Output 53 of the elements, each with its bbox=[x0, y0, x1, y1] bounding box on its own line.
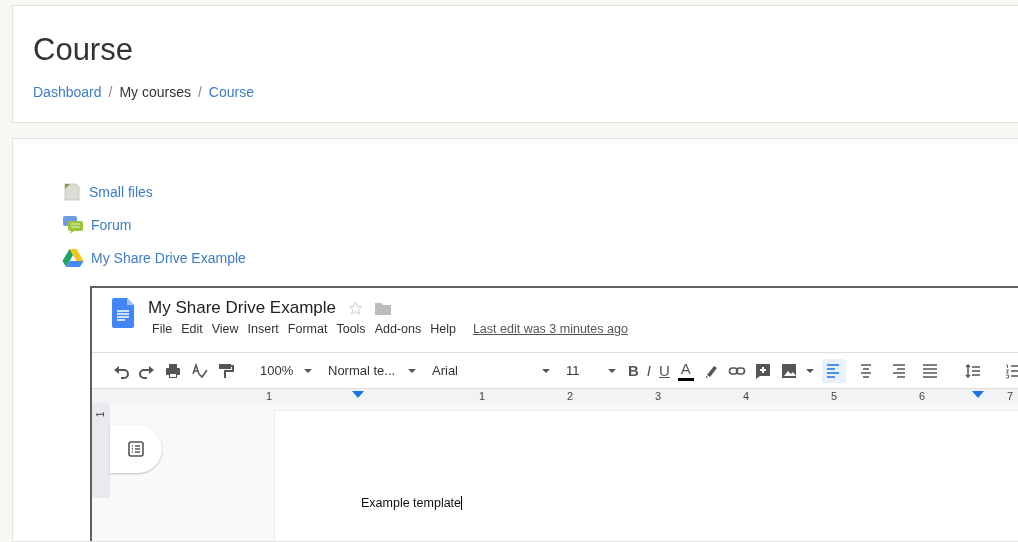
breadcrumb-link[interactable]: Course bbox=[208, 84, 254, 100]
menu-item[interactable]: Format bbox=[283, 322, 333, 336]
file-icon bbox=[62, 181, 82, 202]
print-icon[interactable] bbox=[164, 361, 182, 380]
ruler-number: 1 bbox=[266, 390, 273, 402]
zoom-dropdown[interactable]: 100% bbox=[256, 363, 316, 378]
last-edit-link[interactable]: Last edit was 3 minutes ago bbox=[468, 322, 633, 336]
ruler-number: 7 bbox=[1006, 390, 1014, 402]
numbered-list-icon[interactable] bbox=[1003, 361, 1018, 380]
text-color-button[interactable]: A bbox=[677, 360, 694, 381]
menu-item[interactable]: Insert bbox=[243, 322, 284, 336]
add-comment-icon[interactable] bbox=[753, 361, 772, 380]
document-icon[interactable] bbox=[112, 298, 134, 328]
ruler-number: 6 bbox=[918, 390, 926, 402]
bold-button[interactable]: B bbox=[628, 362, 639, 379]
menu-item[interactable]: Tools bbox=[332, 322, 371, 336]
font-dropdown[interactable]: Arial bbox=[428, 363, 554, 378]
document-text: Example template bbox=[361, 496, 463, 510]
menu-item[interactable]: File bbox=[148, 322, 178, 336]
speech-bubbles-icon bbox=[62, 214, 84, 235]
italic-button[interactable]: I bbox=[646, 362, 651, 379]
ruler-number: 2 bbox=[566, 390, 574, 402]
activity-link[interactable]: Small files bbox=[89, 183, 153, 200]
document-title[interactable]: My Share Drive Example bbox=[148, 298, 336, 318]
breadcrumb-separator: / bbox=[197, 84, 202, 100]
list-icon bbox=[128, 441, 144, 457]
star-icon[interactable] bbox=[348, 300, 363, 316]
justify-icon bbox=[920, 361, 939, 380]
ruler-number: 3 bbox=[654, 390, 662, 402]
outline-button[interactable] bbox=[110, 425, 162, 473]
breadcrumb-separator: / bbox=[108, 84, 113, 100]
page-title: Course bbox=[33, 32, 134, 68]
line-spacing-icon[interactable] bbox=[963, 361, 982, 380]
menu-item[interactable]: Add-ons bbox=[370, 322, 427, 336]
ruler-number: 5 bbox=[830, 390, 838, 402]
menu-item[interactable]: View bbox=[207, 322, 244, 336]
breadcrumb-link[interactable]: Dashboard bbox=[33, 84, 102, 100]
menu-item[interactable]: Edit bbox=[177, 322, 208, 336]
underline-button[interactable]: U bbox=[659, 362, 670, 379]
font-size-dropdown[interactable]: 11 bbox=[562, 363, 620, 378]
style-dropdown[interactable]: Normal te... bbox=[324, 363, 420, 378]
ruler-number: 1 bbox=[95, 411, 107, 418]
activity-link[interactable]: My Share Drive Example bbox=[91, 249, 246, 266]
drive-triangle-icon bbox=[62, 248, 84, 267]
ruler-number: 4 bbox=[742, 390, 750, 402]
menu-item[interactable]: Help bbox=[426, 322, 461, 336]
spellcheck-icon[interactable] bbox=[190, 361, 208, 380]
breadcrumb-item: My courses bbox=[119, 84, 191, 100]
ruler-number: 1 bbox=[478, 390, 486, 402]
paint-roller-icon[interactable] bbox=[216, 361, 234, 380]
activity-link[interactable]: Forum bbox=[91, 216, 132, 233]
image-icon[interactable] bbox=[779, 361, 798, 380]
align-button[interactable] bbox=[821, 358, 846, 383]
